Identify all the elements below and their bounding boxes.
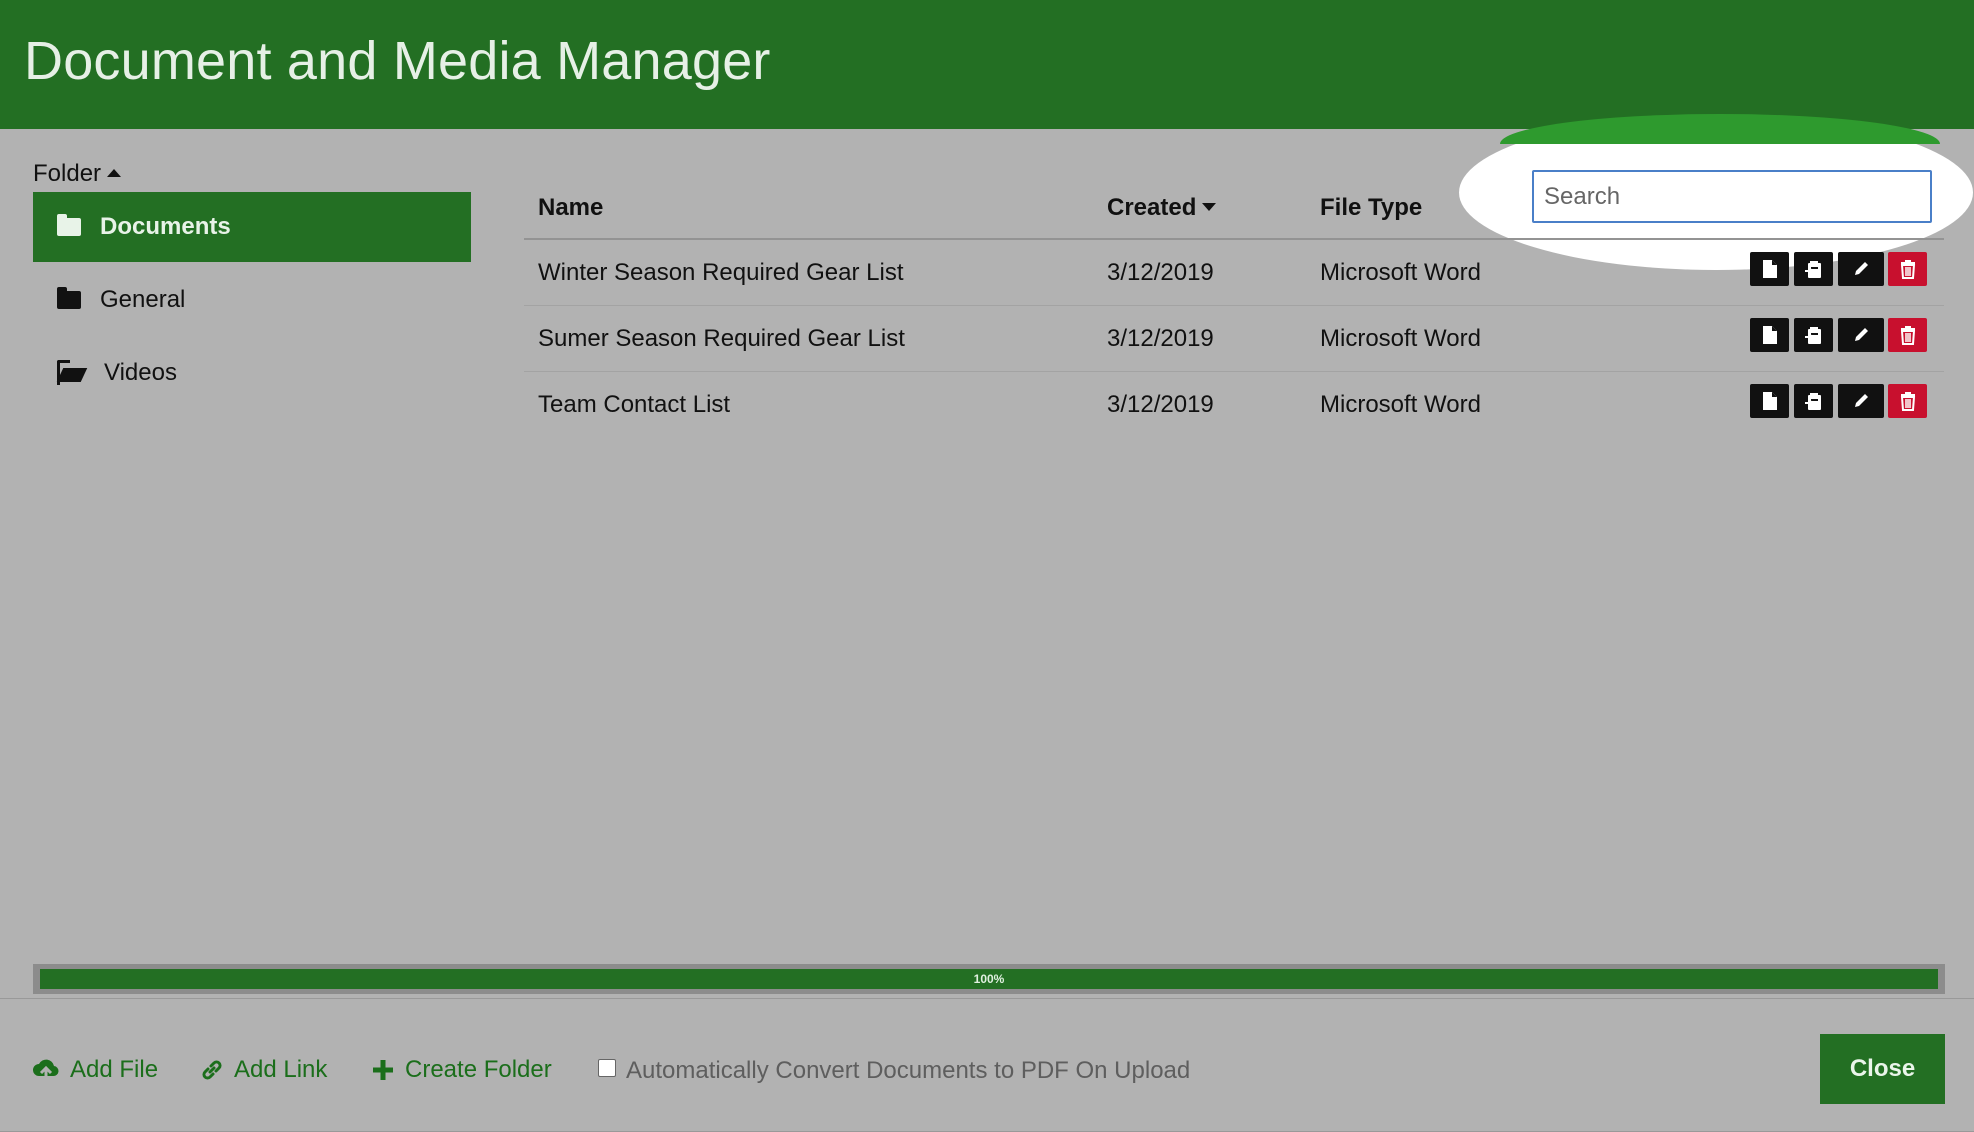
view-file-button[interactable] [1750,384,1789,418]
add-link-button[interactable]: Add Link [200,1056,327,1084]
folder-icon [57,214,81,236]
file-icon [1762,392,1777,410]
view-file-button[interactable] [1750,252,1789,286]
folder-open-icon [57,360,85,385]
row-created: 3/12/2019 [1107,325,1214,352]
sidebar-item-videos[interactable]: Videos [33,338,471,408]
sidebar-item-label: Documents [100,213,231,240]
auto-convert-pdf-label[interactable]: Automatically Convert Documents to PDF O… [626,1057,1190,1085]
row-name[interactable]: Team Contact List [538,391,730,419]
upload-progress-bar: 100% [40,969,1938,989]
row-file-type: Microsoft Word [1320,325,1481,352]
row-name[interactable]: Sumer Season Required Gear List [538,325,905,353]
page-title: Document and Media Manager [24,31,771,91]
copy-icon [1804,393,1821,410]
create-folder-button[interactable]: Create Folder [371,1056,552,1084]
copy-icon [1804,327,1821,344]
table-row: Sumer Season Required Gear List 3/12/201… [524,306,1944,372]
edit-file-button[interactable] [1838,252,1884,286]
folder-sort-header[interactable]: Folder [33,160,122,188]
edit-file-button[interactable] [1838,318,1884,352]
add-file-button[interactable]: Add File [32,1056,158,1084]
copy-file-button[interactable] [1794,384,1833,418]
delete-file-button[interactable] [1888,384,1927,418]
caret-up-icon [107,169,122,177]
cloud-upload-icon [33,1059,59,1080]
column-header-created[interactable]: Created [1107,194,1217,222]
column-header-created-label: Created [1107,194,1197,221]
trash-icon [1900,260,1915,279]
search-input[interactable] [1532,170,1932,223]
add-link-label: Add Link [234,1056,328,1083]
edit-file-button[interactable] [1838,384,1884,418]
row-file-type: Microsoft Word [1320,391,1481,418]
delete-file-button[interactable] [1888,252,1927,286]
create-folder-label: Create Folder [405,1056,552,1083]
row-created: 3/12/2019 [1107,259,1214,286]
column-header-name[interactable]: Name [538,194,603,222]
delete-file-button[interactable] [1888,318,1927,352]
file-icon [1762,326,1777,344]
footer-divider [0,998,1974,999]
close-button[interactable]: Close [1820,1034,1945,1104]
folder-heading-label: Folder [33,160,102,187]
pencil-icon [1855,262,1868,275]
document-media-manager-window: Document and Media Manager Folder Docume… [0,0,1974,1132]
link-icon [202,1060,222,1080]
header-bar: Document and Media Manager [0,0,1974,129]
copy-icon [1804,261,1821,278]
sidebar-item-label: General [100,286,186,313]
plus-icon [373,1060,393,1080]
copy-file-button[interactable] [1794,252,1833,286]
column-header-file-type[interactable]: File Type [1320,194,1422,222]
folder-icon [57,287,81,309]
row-name[interactable]: Winter Season Required Gear List [538,259,904,287]
sidebar-item-label: Videos [104,359,177,386]
table-row: Team Contact List 3/12/2019 Microsoft Wo… [524,372,1944,438]
upload-progress-track: 100% [33,964,1945,994]
trash-icon [1900,326,1915,345]
sidebar-item-general[interactable]: General [33,265,471,335]
row-file-type: Microsoft Word [1320,259,1481,286]
row-created: 3/12/2019 [1107,391,1214,418]
view-file-button[interactable] [1750,318,1789,352]
auto-convert-pdf-checkbox[interactable] [598,1059,616,1077]
add-file-label: Add File [70,1056,159,1083]
pencil-icon [1855,394,1868,407]
pencil-icon [1855,328,1868,341]
table-row: Winter Season Required Gear List 3/12/20… [524,240,1944,306]
trash-icon [1900,392,1915,411]
file-icon [1762,260,1777,278]
upload-progress-label: 100% [973,972,1005,986]
caret-down-icon [1202,203,1217,211]
copy-file-button[interactable] [1794,318,1833,352]
sidebar-item-documents[interactable]: Documents [33,192,471,262]
